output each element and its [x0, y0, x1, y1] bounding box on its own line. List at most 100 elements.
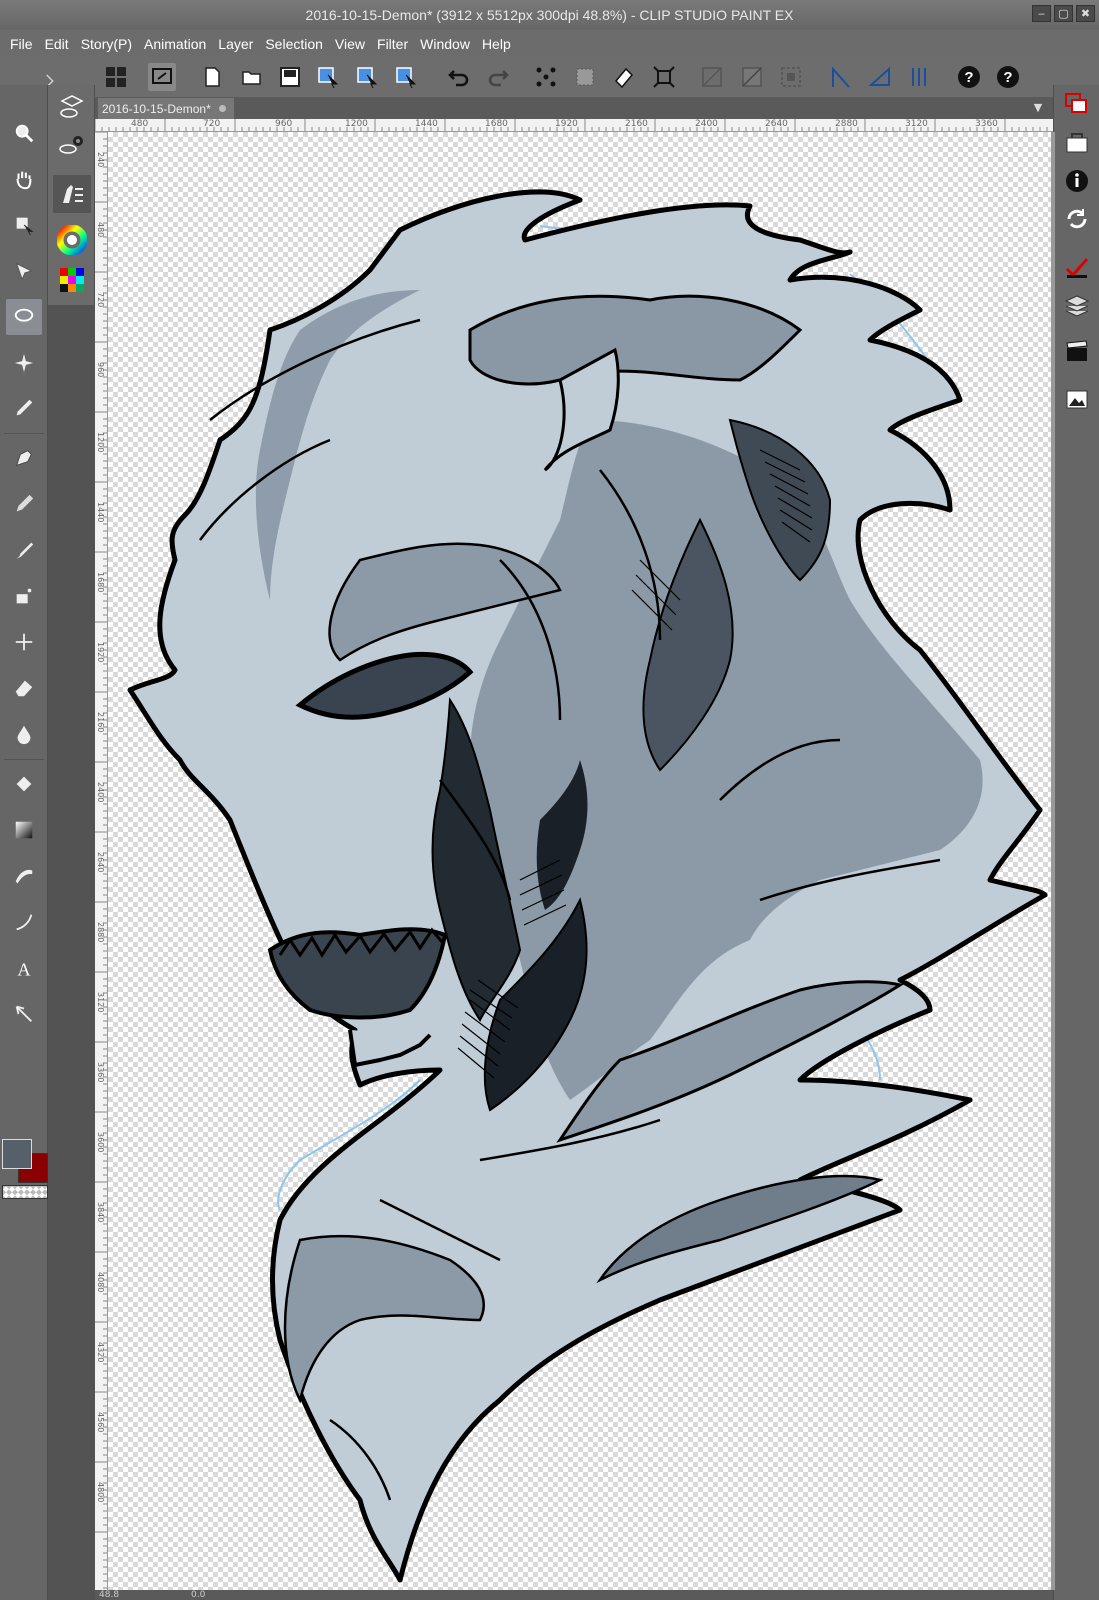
subtool-settings-icon[interactable] [53, 127, 91, 165]
lasso-icon[interactable] [6, 299, 42, 335]
gradient-icon[interactable] [6, 812, 42, 848]
tab-close-icon[interactable] [219, 105, 226, 112]
select-layer-2-icon[interactable] [353, 63, 381, 91]
open-icon[interactable] [238, 63, 266, 91]
transparent-swatch[interactable] [2, 1185, 48, 1199]
ruler-label: 1200 [345, 119, 368, 129]
decoration-icon[interactable] [6, 624, 42, 660]
window-title: 2016-10-15-Demon* (3912 x 5512px 300dpi … [305, 7, 794, 23]
save-icon[interactable] [276, 63, 304, 91]
ruler-label: 4080 [96, 1272, 105, 1293]
help-2-icon[interactable]: ? [994, 63, 1022, 91]
menu-edit[interactable]: Edit [39, 30, 75, 57]
navigator-icon[interactable] [1060, 125, 1094, 161]
right-palette-strip [1053, 85, 1099, 1600]
ruler-label: 720 [96, 292, 105, 308]
menu-help[interactable]: Help [476, 30, 517, 57]
pen-icon[interactable] [6, 440, 42, 476]
scale-icon[interactable] [650, 63, 678, 91]
ruler-icon[interactable] [827, 63, 855, 91]
figure-icon[interactable] [6, 858, 42, 894]
new-icon[interactable] [198, 63, 226, 91]
show-tool-icon[interactable] [148, 63, 176, 91]
menu-file[interactable]: File [4, 30, 39, 57]
color-set-icon[interactable] [53, 261, 91, 299]
svg-text:?: ? [1003, 69, 1012, 86]
select-layer-icon[interactable] [314, 63, 342, 91]
layer-property-icon[interactable] [1060, 87, 1094, 123]
ruler-label: 1920 [96, 642, 105, 663]
special-ruler-icon[interactable] [905, 63, 933, 91]
ruler-label: 2880 [835, 119, 858, 129]
menu-window[interactable]: Window [414, 30, 476, 57]
snap-ruler-icon[interactable] [698, 63, 726, 91]
text-icon[interactable]: A [6, 950, 42, 986]
menu-view[interactable]: View [329, 30, 371, 57]
erase-icon[interactable] [610, 63, 638, 91]
tool-palette: A [0, 85, 48, 1600]
auto-select-icon[interactable] [6, 345, 42, 381]
close-button[interactable]: ✖ [1076, 5, 1095, 22]
blend-icon[interactable] [6, 716, 42, 752]
history-icon[interactable] [1060, 201, 1094, 237]
eyedropper-icon[interactable] [6, 390, 42, 426]
ruler-label: 1440 [415, 119, 438, 129]
airbrush-icon[interactable] [6, 578, 42, 614]
color-wheel-icon[interactable] [53, 221, 91, 259]
move-icon[interactable] [6, 207, 42, 243]
ruler-label: 4320 [96, 1342, 105, 1363]
document-tab-bar: 2016-10-15-Demon* ▼ [95, 97, 1053, 119]
document-tab[interactable]: 2016-10-15-Demon* [98, 98, 234, 119]
ruler-label: 1440 [96, 502, 105, 523]
auto-action-icon[interactable] [1060, 249, 1094, 285]
hand-icon[interactable] [6, 161, 42, 197]
layer-icon[interactable] [1060, 287, 1094, 323]
maximize-button[interactable]: ▢ [1054, 5, 1073, 22]
select-layer-3-icon[interactable] [392, 63, 420, 91]
pencil-icon[interactable] [6, 486, 42, 522]
redo-icon[interactable] [484, 63, 512, 91]
help-icon[interactable]: ? [955, 63, 983, 91]
ruler-label: 1680 [485, 119, 508, 129]
zoom-value[interactable]: 48.8 [99, 1590, 119, 1600]
curve-icon[interactable] [6, 904, 42, 940]
status-bar: 48.8 0.0 [95, 1590, 1053, 1600]
ruler-label: 2160 [96, 712, 105, 733]
zoom-icon[interactable] [6, 115, 42, 151]
balloon-icon[interactable] [6, 996, 42, 1032]
menu-animation[interactable]: Animation [138, 30, 212, 57]
transform-dots-icon[interactable] [532, 63, 560, 91]
tool-property-icon[interactable] [53, 175, 91, 213]
undo-icon[interactable] [445, 63, 473, 91]
vertical-scrollbar[interactable] [1051, 132, 1055, 1590]
svg-text:?: ? [964, 69, 973, 86]
drawing-canvas[interactable] [108, 132, 1051, 1590]
snap-special-icon[interactable] [777, 63, 805, 91]
object-icon[interactable] [6, 253, 42, 289]
menu-layer[interactable]: Layer [212, 30, 259, 57]
minimize-button[interactable]: ‒ [1032, 5, 1051, 22]
brush-icon[interactable] [6, 532, 42, 568]
ruler-label: 240 [96, 152, 105, 168]
snap-grid-icon[interactable] [738, 63, 766, 91]
ruler-label: 1920 [555, 119, 578, 129]
perspective-icon[interactable] [866, 63, 894, 91]
menu-selection[interactable]: Selection [259, 30, 329, 57]
ruler-label: 2880 [96, 922, 105, 943]
timeline-icon[interactable] [1060, 333, 1094, 369]
main-color-swatch[interactable] [2, 1139, 32, 1169]
fill-icon[interactable] [571, 63, 599, 91]
ruler-label: 960 [275, 119, 293, 129]
angle-value[interactable]: 0.0 [191, 1590, 205, 1600]
menu-story[interactable]: Story(P) [75, 30, 138, 57]
menu-filter[interactable]: Filter [371, 30, 414, 57]
subtool-lasso-icon[interactable] [53, 87, 91, 125]
tab-dropdown-icon[interactable]: ▼ [1029, 101, 1047, 115]
ruler-label: 1680 [96, 572, 105, 593]
clip-studio-icon[interactable] [102, 63, 130, 91]
material-icon[interactable] [1060, 381, 1094, 417]
fill-bucket-icon[interactable] [6, 766, 42, 802]
eraser-icon[interactable] [6, 670, 42, 706]
info-icon[interactable] [1060, 163, 1094, 199]
demon-artwork [127, 189, 1048, 1583]
